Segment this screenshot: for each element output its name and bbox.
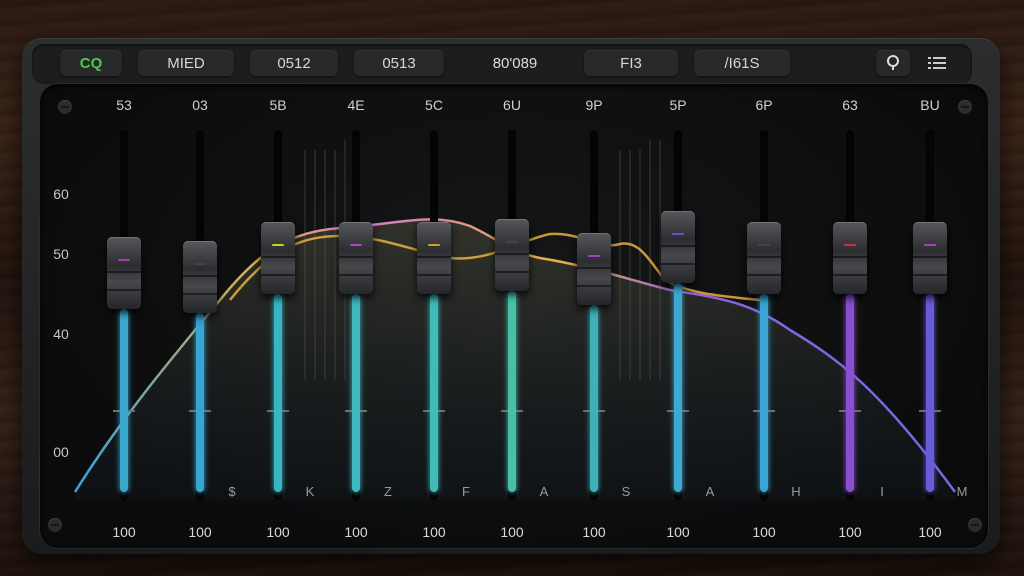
- band-glyph: S: [621, 484, 631, 499]
- knob-indicator-line: [506, 240, 518, 243]
- band-glyph: F: [462, 484, 470, 499]
- band-fader-knob[interactable]: [417, 222, 451, 295]
- band-level-fill: [590, 305, 598, 492]
- knob-ridge: [339, 256, 373, 259]
- band-value-label: 100: [838, 524, 862, 540]
- knob-ridge: [495, 270, 529, 273]
- band-value-label: 100: [500, 524, 524, 540]
- band-level-fill: [352, 294, 360, 492]
- band-fader-knob[interactable]: [577, 233, 611, 306]
- knob-ridge: [577, 285, 611, 288]
- band-value-label: 100: [666, 524, 690, 540]
- band-frequency-label: 5P: [669, 97, 687, 113]
- band-glyph: K: [305, 484, 315, 499]
- band-level-fill: [926, 294, 934, 492]
- knob-indicator-line: [588, 255, 600, 258]
- band-glyph: A: [705, 484, 715, 499]
- knob-ridge: [833, 256, 867, 259]
- band-frequency-label: 5B: [269, 97, 287, 113]
- knob-indicator-line: [428, 244, 440, 247]
- band-glyph: A: [539, 484, 549, 499]
- knob-ridge: [339, 274, 373, 277]
- band-frequency-label: 6P: [755, 97, 773, 113]
- band-level-fill: [196, 312, 204, 492]
- band-frequency-label: 63: [842, 97, 858, 113]
- band-glyph: Z: [384, 484, 392, 499]
- knob-indicator-line: [272, 244, 284, 247]
- band-value-label: 100: [918, 524, 942, 540]
- knob-ridge: [661, 245, 695, 248]
- knob-ridge: [913, 256, 947, 259]
- knob-ridge: [577, 267, 611, 270]
- knob-ridge: [261, 274, 295, 277]
- knob-ridge: [417, 274, 451, 277]
- band-value-label: 100: [422, 524, 446, 540]
- band-frequency-label: 4E: [347, 97, 365, 113]
- band-value-label: 100: [752, 524, 776, 540]
- band-value-label: 100: [266, 524, 290, 540]
- band-fader-knob[interactable]: [183, 240, 217, 313]
- band-level-fill: [274, 294, 282, 492]
- knob-ridge: [747, 274, 781, 277]
- band-glyph: H: [791, 484, 801, 499]
- band-glyph: I: [880, 484, 884, 499]
- knob-ridge: [107, 271, 141, 274]
- band-fader-knob[interactable]: [661, 211, 695, 284]
- band-fader-knob[interactable]: [107, 237, 141, 310]
- band-level-fill: [508, 290, 516, 492]
- band-frequency-label: 53: [116, 97, 132, 113]
- band-value-label: 100: [582, 524, 606, 540]
- band-fader-knob[interactable]: [495, 218, 529, 291]
- band-level-fill: [430, 294, 438, 492]
- knob-indicator-line: [350, 244, 362, 247]
- band-frequency-label: 03: [192, 97, 208, 113]
- band-fader-knob[interactable]: [261, 222, 295, 295]
- band-fader-knob[interactable]: [913, 222, 947, 295]
- band-fader-knob[interactable]: [833, 222, 867, 295]
- band-value-label: 100: [112, 524, 136, 540]
- knob-indicator-line: [194, 262, 206, 265]
- band-fader-knob[interactable]: [339, 222, 373, 295]
- band-frequency-label: 6U: [503, 97, 521, 113]
- knob-ridge: [747, 256, 781, 259]
- band-value-label: 100: [344, 524, 368, 540]
- knob-indicator-line: [672, 233, 684, 236]
- band-level-fill: [674, 283, 682, 492]
- band-level-fill: [120, 309, 128, 492]
- knob-indicator-line: [118, 259, 130, 262]
- knob-ridge: [183, 274, 217, 277]
- knob-ridge: [913, 274, 947, 277]
- band-level-fill: [846, 294, 854, 492]
- band-frequency-label: 5C: [425, 97, 443, 113]
- knob-ridge: [661, 263, 695, 266]
- knob-ridge: [261, 256, 295, 259]
- knob-ridge: [183, 292, 217, 295]
- band-value-label: 100: [188, 524, 212, 540]
- knob-indicator-line: [758, 244, 770, 247]
- knob-indicator-line: [924, 244, 936, 247]
- band-frequency-label: BU: [920, 97, 940, 113]
- knob-indicator-line: [844, 244, 856, 247]
- knob-ridge: [417, 256, 451, 259]
- band-frequency-label: 9P: [585, 97, 603, 113]
- knob-ridge: [495, 252, 529, 255]
- band-fader-knob[interactable]: [747, 222, 781, 295]
- band-glyph: M: [956, 484, 968, 499]
- band-glyph: $: [228, 484, 236, 499]
- knob-ridge: [107, 289, 141, 292]
- band-level-fill: [760, 294, 768, 492]
- knob-ridge: [833, 274, 867, 277]
